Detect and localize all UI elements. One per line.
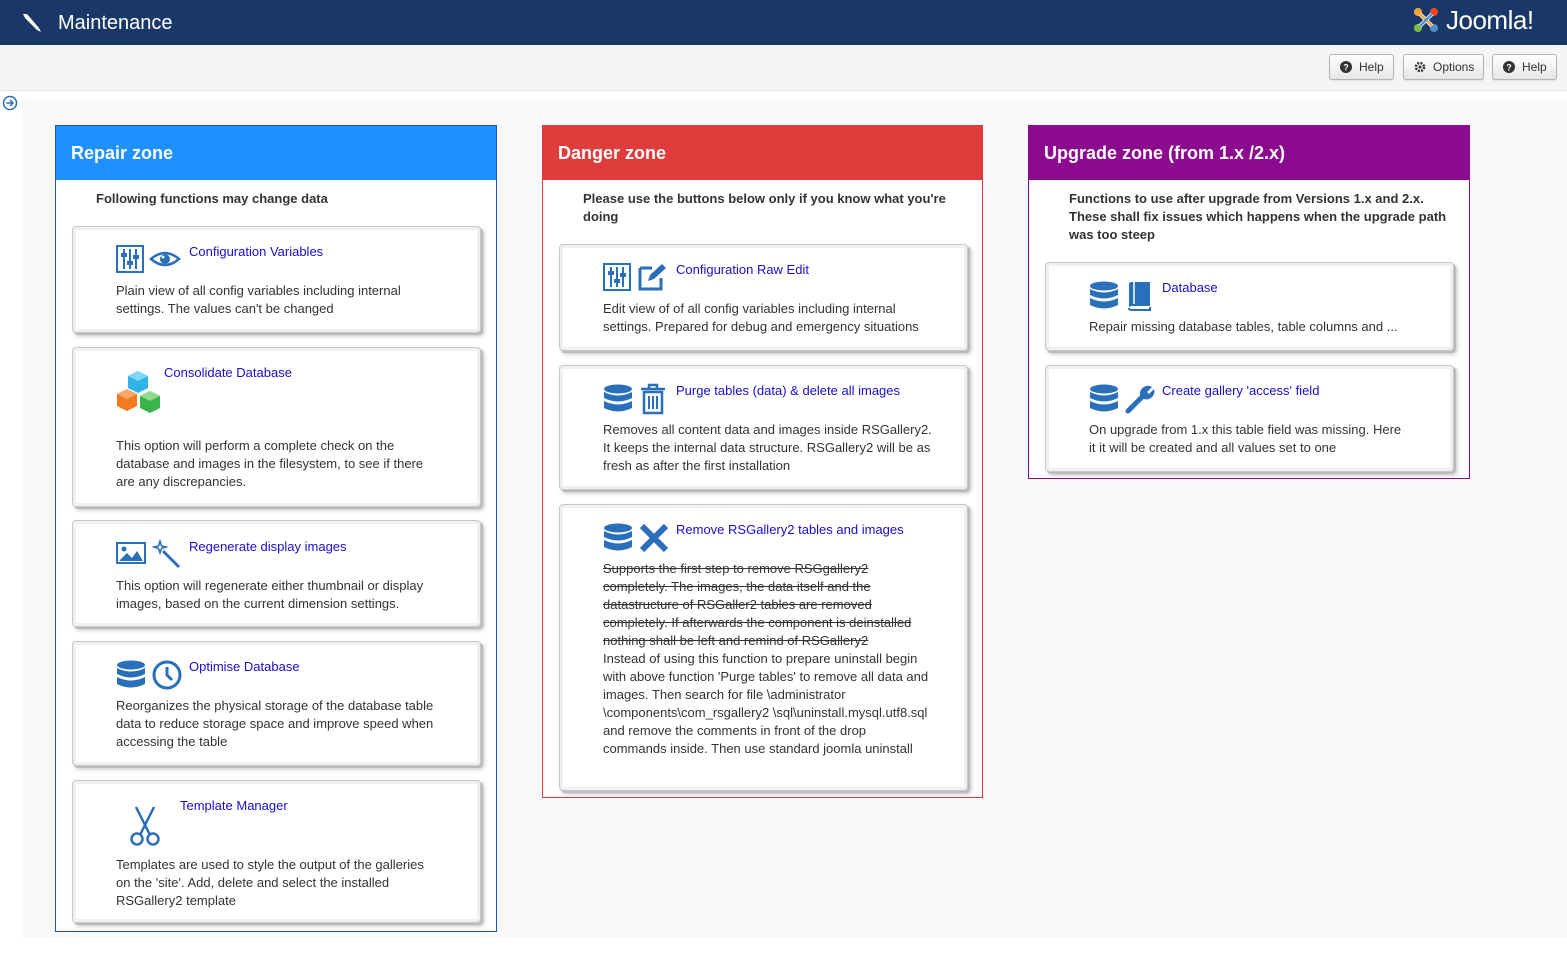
maintenance-tool-icon: [23, 14, 41, 32]
cubes-icon: [117, 371, 160, 413]
page-title: Maintenance: [58, 12, 173, 34]
clock-icon: [152, 660, 182, 690]
config-raw-edit-link[interactable]: Configuration Raw Edit: [676, 262, 809, 278]
question-circle-icon: ?: [1340, 61, 1352, 73]
app-header: Maintenance Joomla!: [0, 0, 1567, 45]
joomla-logo-icon: [1414, 8, 1438, 32]
help-button-secondary[interactable]: ? Help: [1492, 54, 1557, 80]
scissors-icon: [130, 806, 160, 846]
config-raw-edit-text: Edit view of of all config variables inc…: [603, 301, 919, 334]
template-manager-link[interactable]: Template Manager: [180, 798, 288, 814]
consolidate-database-link[interactable]: Consolidate Database: [164, 365, 292, 381]
joomla-logo: Joomla!: [1410, 3, 1534, 37]
template-manager-text: Templates are used to style the output o…: [116, 857, 424, 908]
optimise-database-card[interactable]: Optimise Database Reorganizes the physic…: [72, 641, 481, 766]
database-icon: [1090, 384, 1118, 412]
sliders-icon: [603, 263, 631, 291]
regenerate-images-link[interactable]: Regenerate display images: [189, 539, 347, 555]
gear-icon: [1414, 61, 1426, 73]
gallery-access-field-text: On upgrade from 1.x this table field was…: [1089, 422, 1402, 455]
repair-zone: Repair zone Following functions may chan…: [55, 125, 497, 932]
remove-tables-card[interactable]: Remove RSGallery2 tables and images Supp…: [559, 504, 968, 791]
book-icon: [1128, 282, 1151, 311]
optimise-database-link[interactable]: Optimise Database: [189, 659, 300, 675]
times-icon: [639, 523, 669, 553]
database-icon: [604, 523, 632, 551]
danger-zone-description: Please use the buttons below only if you…: [583, 191, 946, 224]
config-variables-card[interactable]: Configuration Variables Plain view of al…: [72, 226, 481, 333]
config-variables-link[interactable]: Configuration Variables: [189, 244, 323, 260]
magic-wand-icon: [151, 539, 181, 569]
upgrade-zone-header: Upgrade zone (from 1.x /2.x): [1029, 126, 1469, 180]
help-button[interactable]: ? Help: [1329, 54, 1394, 80]
remove-tables-deprecated-text: Supports the first step to remove RSGgal…: [603, 561, 912, 648]
gallery-access-field-link[interactable]: Create gallery 'access' field: [1162, 383, 1319, 399]
edit-icon: [638, 264, 666, 291]
repair-zone-description: Following functions may change data: [96, 191, 328, 206]
remove-tables-text: Instead of using this function to prepar…: [603, 651, 929, 756]
wrench-icon: [1125, 385, 1155, 414]
upgrade-database-card[interactable]: Database Repair missing database tables,…: [1045, 262, 1454, 351]
database-icon: [604, 384, 632, 412]
svg-text:?: ?: [1343, 63, 1349, 73]
config-raw-edit-card[interactable]: Configuration Raw Edit Edit view of of a…: [559, 244, 968, 351]
upgrade-database-text: Repair missing database tables, table co…: [1089, 319, 1398, 334]
consolidate-database-text: This option will perform a complete chec…: [116, 438, 424, 489]
config-variables-text: Plain view of all config variables inclu…: [116, 283, 401, 316]
upgrade-zone-description: Functions to use after upgrade from Vers…: [1069, 191, 1447, 242]
repair-zone-header: Repair zone: [56, 126, 496, 180]
database-icon: [1090, 281, 1118, 309]
database-icon: [117, 660, 145, 688]
image-icon: [116, 542, 146, 564]
optimise-database-text: Reorganizes the physical storage of the …: [116, 698, 434, 749]
upgrade-database-link[interactable]: Database: [1162, 280, 1218, 296]
regenerate-images-text: This option will regenerate either thumb…: [116, 578, 424, 611]
joomla-logo-text: Joomla!: [1446, 4, 1534, 35]
question-circle-icon: ?: [1503, 61, 1515, 73]
purge-tables-link[interactable]: Purge tables (data) & delete all images: [676, 383, 900, 399]
consolidate-database-card[interactable]: Consolidate Database This option will pe…: [72, 347, 481, 507]
regenerate-images-card[interactable]: Regenerate display images This option wi…: [72, 520, 481, 627]
svg-text:?: ?: [1506, 63, 1512, 73]
sliders-icon: [116, 245, 144, 273]
trash-icon: [641, 383, 665, 415]
gallery-access-field-card[interactable]: Create gallery 'access' field On upgrade…: [1045, 365, 1454, 472]
help-button-label: Help: [1359, 60, 1384, 74]
sidebar-toggle-icon[interactable]: [2, 95, 18, 111]
remove-tables-link[interactable]: Remove RSGallery2 tables and images: [676, 522, 904, 538]
template-manager-card[interactable]: Template Manager Templates are used to s…: [72, 780, 481, 923]
toolbar: ? Help Options ? Help: [0, 45, 1567, 91]
remove-tables-text-container: Supports the first step to remove RSGgal…: [603, 560, 933, 758]
purge-tables-card[interactable]: Purge tables (data) & delete all images …: [559, 365, 968, 490]
purge-tables-text: Removes all content data and images insi…: [603, 422, 932, 473]
danger-zone-header: Danger zone: [543, 126, 982, 180]
help-button-secondary-label: Help: [1522, 60, 1547, 74]
upgrade-zone: Upgrade zone (from 1.x /2.x) Functions t…: [1028, 125, 1470, 479]
eye-icon: [149, 251, 181, 267]
options-button[interactable]: Options: [1403, 54, 1485, 80]
danger-zone: Danger zone Please use the buttons below…: [542, 125, 983, 798]
options-button-label: Options: [1433, 60, 1475, 74]
